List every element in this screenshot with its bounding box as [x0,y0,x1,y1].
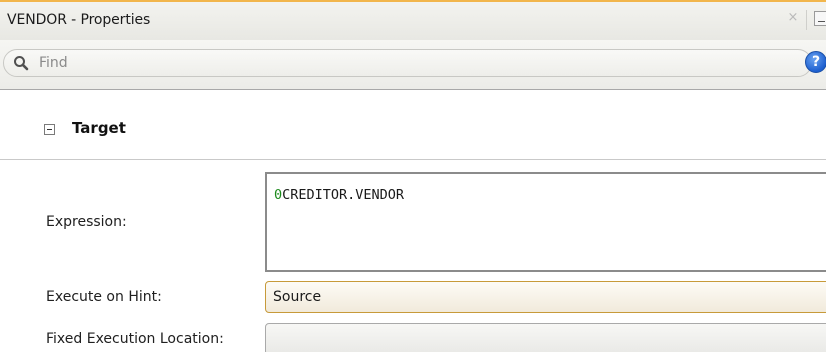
window-title: VENDOR - Properties [7,12,151,28]
execute-hint-value: Source [273,289,322,305]
fixed-location-select[interactable] [265,323,826,352]
expression-field[interactable]: 0CREDITOR.VENDOR [265,172,826,272]
search-icon [14,56,29,71]
expression-label: Expression: [46,214,127,230]
title-separator [806,10,807,30]
collapse-icon[interactable] [44,124,55,135]
expression-value: 0CREDITOR.VENDOR [274,187,404,203]
help-icon[interactable]: ? [805,51,826,73]
expression-prefix: 0 [274,187,283,203]
section-title: Target [72,119,126,137]
minimize-icon[interactable] [814,11,826,26]
search-box[interactable] [3,49,812,77]
title-bar: VENDOR - Properties × [0,0,826,40]
fixed-location-label: Fixed Execution Location: [46,331,224,347]
execute-hint-label: Execute on Hint: [46,289,162,305]
properties-panel: VENDOR - Properties × ? Target Expressio… [0,0,826,352]
expression-rest: CREDITOR.VENDOR [282,187,405,203]
find-bar: ? [0,40,826,90]
search-input[interactable] [39,53,739,73]
section-divider [0,159,826,160]
execute-hint-select[interactable]: Source [265,281,826,313]
close-icon[interactable]: × [786,11,800,25]
